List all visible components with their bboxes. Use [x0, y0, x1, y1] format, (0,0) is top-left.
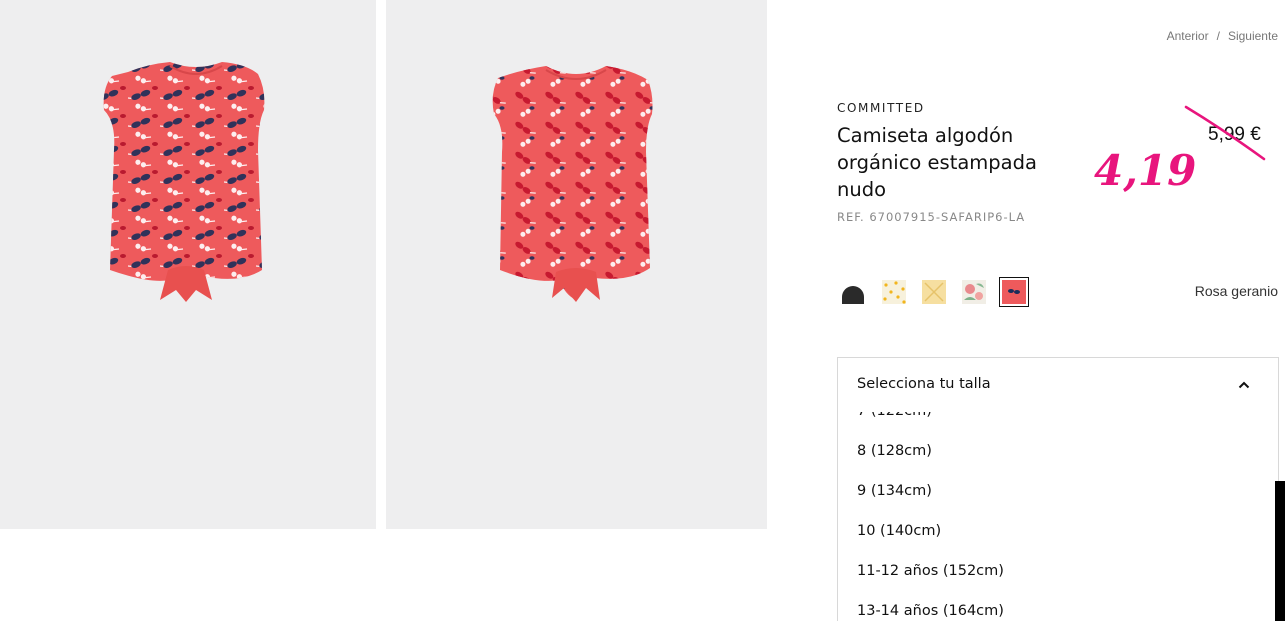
size-selector[interactable]: 7 (122cm)8 (128cm)9 (134cm)10 (140cm)11-… — [837, 357, 1279, 621]
size-option[interactable]: 10 (140cm) — [838, 516, 1278, 556]
tshirt-illustration — [492, 66, 653, 302]
nav-separator: / — [1216, 29, 1220, 43]
swatch-floral[interactable] — [959, 277, 989, 307]
swatch-black-white[interactable] — [839, 277, 869, 307]
selected-color-name: Rosa geranio — [1194, 283, 1278, 299]
chevron-up-icon[interactable] — [1238, 380, 1250, 390]
swatch-rosa-geranio[interactable] — [999, 277, 1029, 307]
size-option[interactable]: 8 (128cm) — [838, 436, 1278, 476]
brand-label: COMMITTED — [837, 101, 925, 115]
scrollbar[interactable] — [1275, 481, 1285, 621]
price-strikethrough-mark — [1184, 105, 1266, 161]
swatch-yellow-cross[interactable] — [919, 277, 949, 307]
product-title: Camiseta algodón orgánico estampada nudo — [837, 124, 1037, 201]
sale-price: 4,19 — [1094, 146, 1197, 195]
size-option[interactable]: 11-12 años (152cm) — [838, 556, 1278, 596]
tshirt-illustration — [103, 62, 265, 302]
size-options-list: 7 (122cm)8 (128cm)9 (134cm)10 (140cm)11-… — [838, 396, 1278, 621]
product-reference: REF. 67007915-SAFARIP6-LA — [837, 210, 1026, 224]
swatch-yellow-dots[interactable] — [879, 277, 909, 307]
product-image-back[interactable] — [386, 0, 767, 529]
size-option[interactable]: 9 (134cm) — [838, 476, 1278, 516]
product-navigation: Anterior / Siguiente — [1167, 29, 1278, 43]
next-link[interactable]: Siguiente — [1228, 29, 1278, 43]
size-option[interactable]: 13-14 años (164cm) — [838, 596, 1278, 621]
size-selector-label: Selecciona tu talla — [857, 376, 991, 392]
size-selector-header[interactable]: Selecciona tu talla — [838, 358, 1278, 412]
product-image-front[interactable] — [0, 0, 376, 529]
previous-link[interactable]: Anterior — [1167, 29, 1209, 43]
